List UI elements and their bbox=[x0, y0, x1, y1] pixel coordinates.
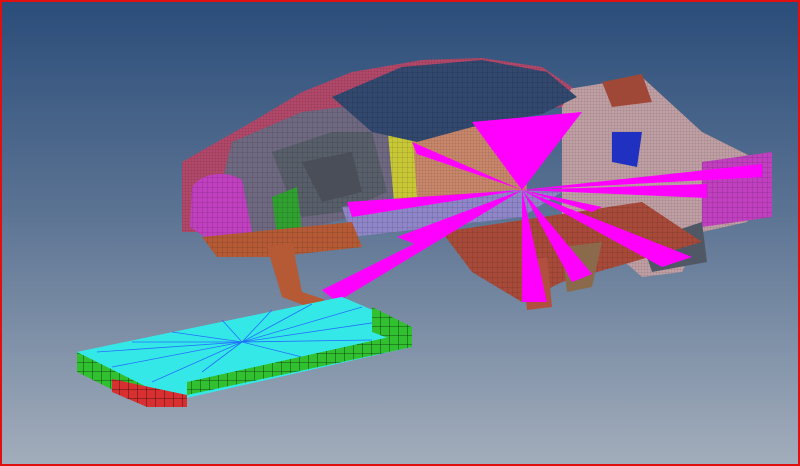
rigid-barrier[interactable] bbox=[77, 297, 412, 407]
graphics-viewport[interactable] bbox=[0, 0, 800, 466]
fe-model-canvas[interactable] bbox=[2, 2, 800, 466]
